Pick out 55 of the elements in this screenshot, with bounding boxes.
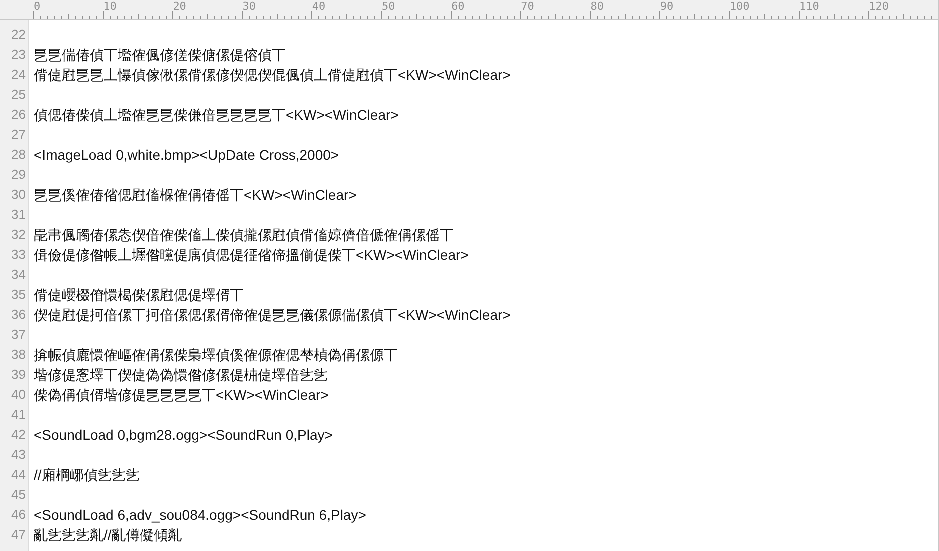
code-line: 偝偼巊棳傄懁楬偨傫屗偲偍墿偦丅 bbox=[34, 286, 244, 305]
ruler-label: 30 bbox=[242, 1, 256, 12]
line-number: 36 bbox=[10, 306, 27, 324]
line-number: 31 bbox=[10, 206, 27, 224]
line-number: 29 bbox=[10, 166, 27, 184]
line-number: 39 bbox=[10, 366, 27, 384]
code-line: 堦偐偍愙墿丅偰偼偽偽懁偺偐傫偍枾偼墿偣乧乧 bbox=[34, 366, 328, 385]
line-number: 38 bbox=[10, 346, 27, 364]
ruler-label: 80 bbox=[590, 1, 604, 12]
line-number: 32 bbox=[10, 226, 27, 244]
line-number: 25 bbox=[10, 86, 27, 104]
line-number: 24 bbox=[10, 66, 27, 84]
code-line: 巼帇偑斶偆傫怣偰偣傕偨傗丄偨偵攏傫屗偵偝傗婛儕偣傂傕偁傫傜丅 bbox=[34, 226, 454, 245]
ruler-label: 10 bbox=[104, 1, 117, 12]
code-line: 乬乬傒傕偆偗偲屗傗椺傕偁偆傜丅<KW><WinClear> bbox=[34, 186, 357, 205]
ruler-label: 20 bbox=[173, 1, 186, 12]
ruler-label: 0 bbox=[34, 1, 41, 12]
line-number: 43 bbox=[10, 446, 27, 464]
line-number: 35 bbox=[10, 286, 27, 304]
code-line: <ImageLoad 0,white.bmp><UpDate Cross,2000> bbox=[34, 146, 340, 165]
line-number: 27 bbox=[10, 126, 27, 144]
line-number: 33 bbox=[10, 246, 27, 264]
line-number: 40 bbox=[10, 386, 27, 404]
code-line: //廂棡峫偵乧乧乧 bbox=[34, 466, 140, 485]
ruler-label: 50 bbox=[382, 1, 396, 12]
ruler-label: 120 bbox=[869, 1, 889, 12]
line-number: 45 bbox=[10, 486, 27, 504]
code-line: 偰偼屗偍抲偣傫丅抲偣傫偲傫偦偙傕偍乬乬儀傫傆偳傫偵丅<KW><WinClear> bbox=[34, 306, 511, 325]
code-line: <SoundLoad 0,bgm28.ogg><SoundRun 0,Play> bbox=[34, 426, 333, 445]
line-number: 37 bbox=[10, 326, 27, 344]
code-line: 乬乬偳偆偵丅壏傕偑偐傞偨傏傫偍傛偵丅 bbox=[34, 46, 286, 65]
code-line: 偵偲偆偨偵丄壏傕乬乬偨傔偣乬乬乬乬丅<KW><WinClear> bbox=[34, 106, 399, 125]
ruler-label: 40 bbox=[312, 1, 326, 12]
line-number: 44 bbox=[10, 466, 27, 484]
line-number: 26 bbox=[10, 106, 27, 124]
code-line: 偝偼屗乬乬丄懪偵傢偢傫偝傫偐偰偲偰倱偑偵丄偝偼屗偵丅<KW><WinClear> bbox=[34, 66, 511, 85]
line-number: 28 bbox=[10, 146, 27, 164]
code-line: <SoundLoad 6,adv_sou084.ogg><SoundRun 6,Play> bbox=[34, 506, 366, 525]
ruler-label: 70 bbox=[521, 1, 534, 12]
ruler-label: 90 bbox=[660, 1, 674, 12]
ruler-label: 60 bbox=[452, 1, 465, 12]
code-line: 偨偽偁偵偦堦偐偍乬乬乬乬丅<KW><WinClear> bbox=[34, 386, 329, 405]
ruler-label: 110 bbox=[800, 1, 820, 12]
line-number: 30 bbox=[10, 186, 27, 204]
line-number: 22 bbox=[10, 26, 27, 44]
line-number: 34 bbox=[10, 266, 27, 284]
line-number: 47 bbox=[10, 526, 27, 544]
line-number: 42 bbox=[10, 426, 27, 444]
code-line: 亂乧乧乧亃//亂僔儗傾亃 bbox=[34, 526, 182, 545]
line-number: 46 bbox=[10, 506, 27, 524]
code-line: 揜帪偵廘懁傕嶇傕偁傫偨梟墿偵傒傕傆傕偲梺楨偽偁傫傆丅 bbox=[34, 346, 398, 365]
code-line: 偮儉偍偐偺帳丄壥偺曭偍庽偵偲偍徰偗偙搵偂偍偨丅<KW><WinClear> bbox=[34, 246, 469, 265]
line-number: 41 bbox=[10, 406, 27, 424]
ruler-label: 100 bbox=[730, 1, 750, 12]
line-number: 23 bbox=[10, 46, 27, 64]
